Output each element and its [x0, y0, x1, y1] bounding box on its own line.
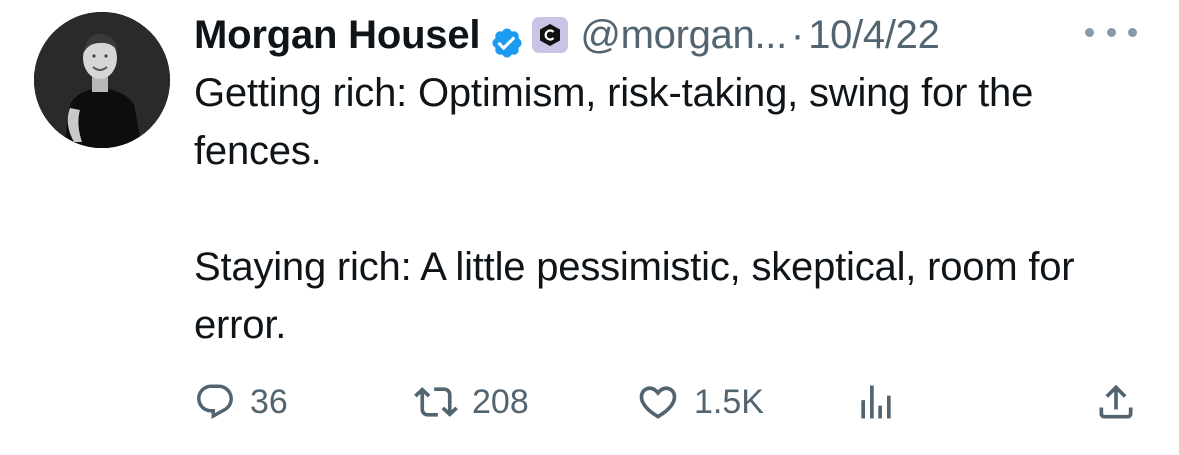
like-button[interactable]: 1.5K	[636, 376, 764, 428]
views-button[interactable]	[854, 376, 898, 428]
affiliate-badge-icon[interactable]	[532, 17, 569, 53]
separator-dot: ·	[790, 13, 805, 57]
ellipsis-dot	[1106, 27, 1116, 37]
ellipsis-dot	[1085, 27, 1094, 37]
share-icon	[1099, 384, 1133, 419]
retweet-button[interactable]: 208	[414, 376, 529, 428]
heart-icon	[639, 386, 677, 419]
reply-button[interactable]: 36	[194, 376, 288, 428]
ellipsis-dot	[1128, 27, 1137, 37]
retweet-count: 208	[472, 382, 529, 421]
tweet-actions: 36 208 1.5K	[194, 376, 1144, 428]
tweet-header: Morgan Housel @morgan... · 10/4/22	[194, 6, 940, 64]
tweet-text: Getting rich: Optimism, risk-taking, swi…	[194, 64, 1154, 354]
share-button[interactable]	[1094, 376, 1138, 428]
avatar[interactable]	[34, 12, 170, 148]
like-count: 1.5K	[694, 382, 764, 421]
analytics-icon	[861, 385, 891, 419]
tweet-timestamp[interactable]: 10/4/22	[808, 6, 940, 64]
reply-icon	[197, 384, 233, 419]
retweet-icon	[414, 387, 458, 417]
author-name[interactable]: Morgan Housel	[194, 6, 481, 64]
verified-badge-icon[interactable]	[490, 18, 524, 58]
avatar-photo	[34, 12, 170, 148]
tweet-paragraph-1: Getting rich: Optimism, risk-taking, swi…	[194, 71, 1034, 173]
author-handle[interactable]: @morgan...	[580, 6, 787, 64]
tweet-paragraph-2: Staying rich: A little pessimistic, skep…	[194, 245, 1075, 347]
reply-count: 36	[250, 382, 288, 421]
tweet[interactable]: Morgan Housel @morgan... · 10/4/22 Getti…	[0, 0, 1179, 455]
more-options-icon[interactable]	[1085, 25, 1137, 39]
